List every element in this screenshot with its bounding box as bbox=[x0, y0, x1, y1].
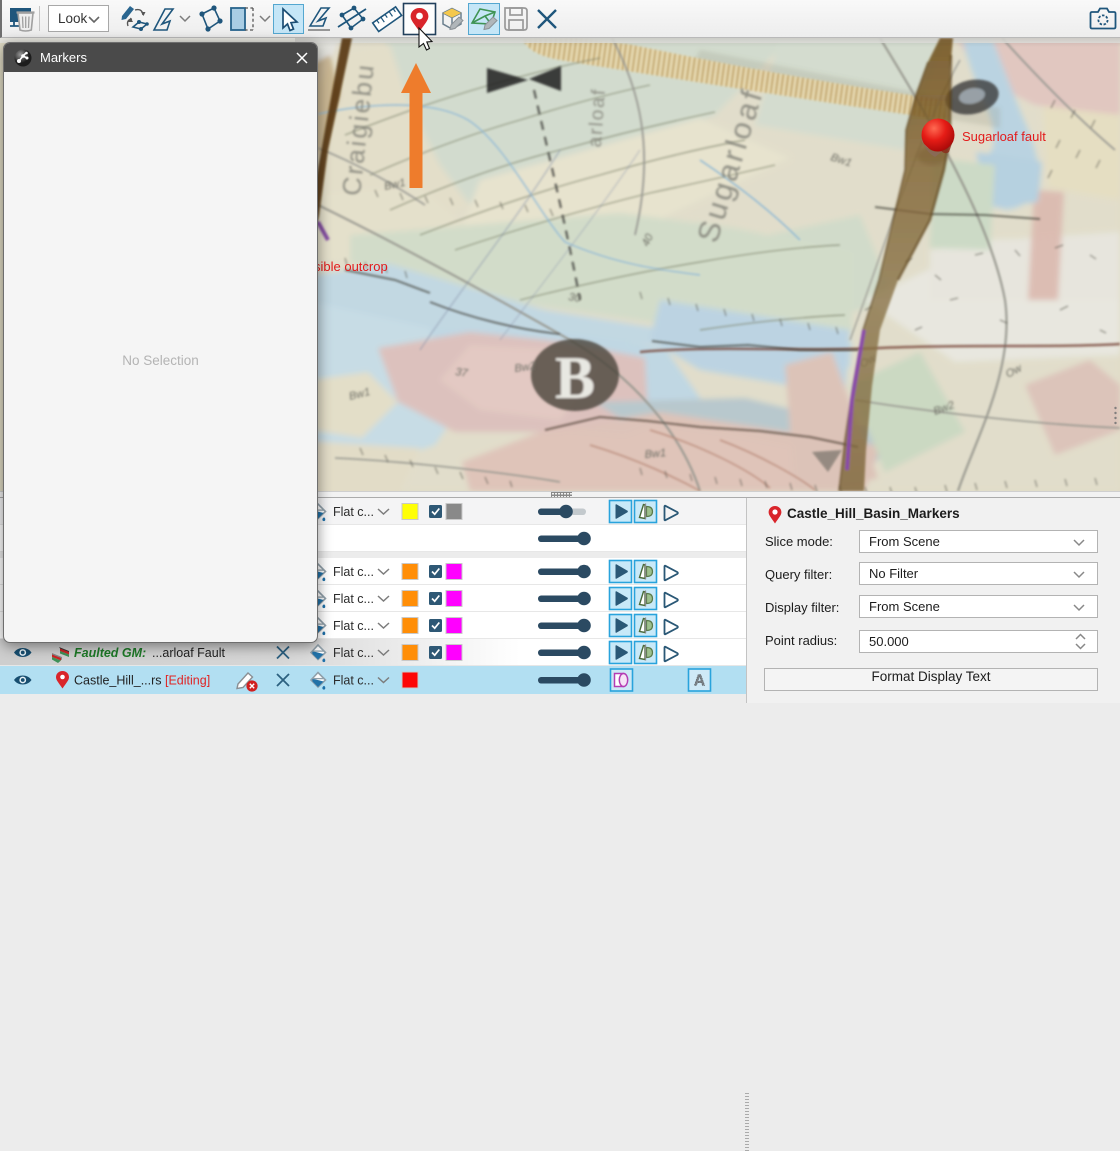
svg-text:sible outcrop: sible outcrop bbox=[314, 259, 388, 274]
svg-text:B: B bbox=[555, 345, 595, 411]
svg-text:arloaf: arloaf bbox=[585, 87, 610, 148]
svg-text:Flat c...: Flat c... bbox=[333, 505, 374, 519]
svg-text:Bw1: Bw1 bbox=[644, 447, 666, 461]
svg-text:Faulted GM:: Faulted GM: bbox=[74, 646, 146, 660]
svg-text:Castle_Hill_...rs [Editing]: Castle_Hill_...rs [Editing] bbox=[74, 674, 210, 688]
svg-text:Flat c...: Flat c... bbox=[333, 565, 374, 579]
svg-text:...arloaf Fault: ...arloaf Fault bbox=[152, 646, 225, 660]
svg-text:Sugarloaf fault: Sugarloaf fault bbox=[962, 129, 1046, 144]
svg-text:A: A bbox=[694, 673, 705, 690]
svg-text:Flat c...: Flat c... bbox=[333, 674, 374, 688]
